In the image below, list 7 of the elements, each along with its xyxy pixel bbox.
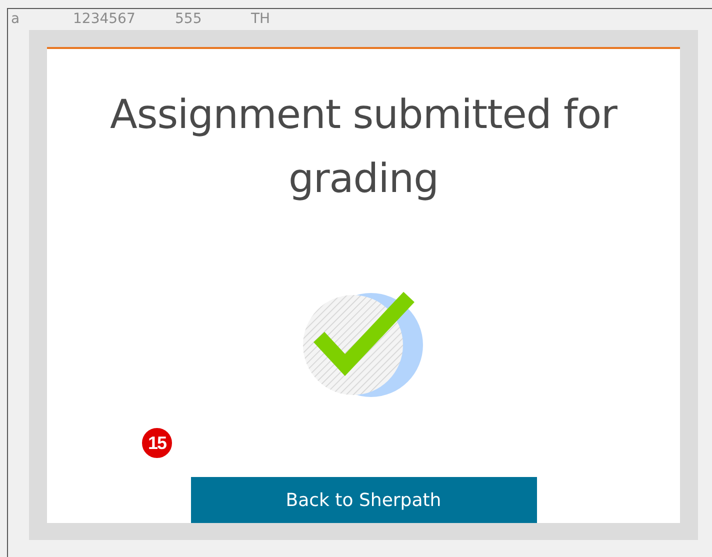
back-button[interactable]: Back to Sherpath bbox=[190, 477, 536, 523]
step-badge: 15 bbox=[140, 426, 174, 460]
table-cell: 555 bbox=[175, 10, 202, 28]
table-cell: TH bbox=[251, 10, 270, 28]
table-cell: 1234567 bbox=[73, 10, 136, 28]
table-cell: a bbox=[11, 10, 20, 28]
dialog-title: Assignment submitted for grading bbox=[109, 91, 618, 204]
